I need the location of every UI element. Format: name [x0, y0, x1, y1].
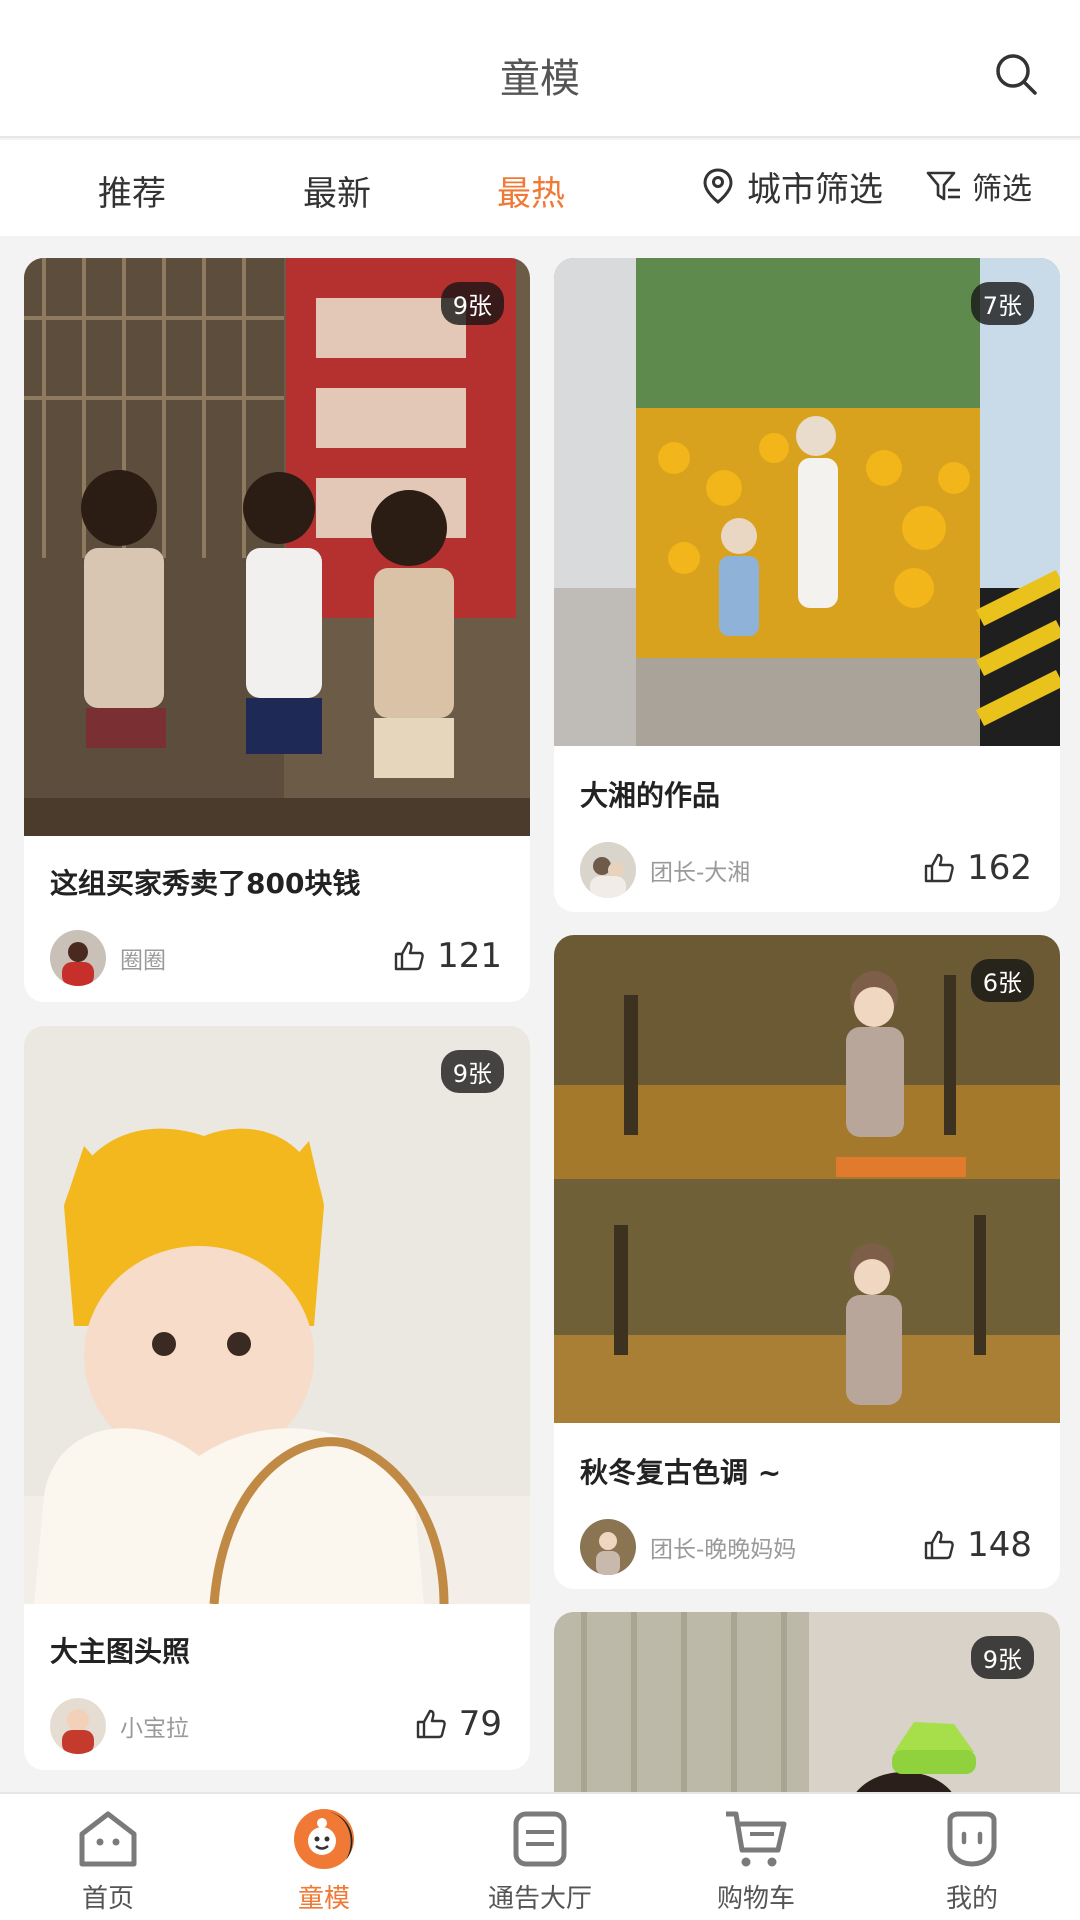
post-cover-image: [24, 258, 530, 836]
post-card[interactable]: 7张 大湘的作品 团长-大湘 162: [554, 258, 1060, 912]
post-author[interactable]: 圈圈: [50, 930, 166, 986]
nav-label: 通告大厅: [487, 1884, 592, 1914]
author-name: 团长-大湘: [650, 860, 751, 886]
home-icon: [72, 1806, 144, 1872]
filter-funnel-icon: [926, 171, 960, 201]
like-count: 121: [437, 936, 502, 976]
kid-model-icon: [288, 1806, 360, 1872]
post-title: 秋冬复古色调 ~: [580, 1456, 782, 1489]
filter-bar: 推荐 最新 最热 城市筛选 筛选: [0, 140, 1080, 236]
like-button[interactable]: 148: [923, 1525, 1032, 1565]
filter-button[interactable]: 筛选: [926, 166, 1032, 207]
post-cover-image: [554, 935, 1060, 1423]
avatar: [50, 930, 106, 986]
nav-profile[interactable]: 我的: [892, 1806, 1052, 1915]
post-card[interactable]: 6张 秋冬复古色调 ~ 团长-晚晚妈妈 148: [554, 935, 1060, 1589]
thumbs-up-icon: [924, 1530, 954, 1560]
app-header: 童模: [0, 0, 1080, 138]
post-author[interactable]: 小宝拉: [50, 1698, 189, 1754]
like-count: 148: [967, 1525, 1032, 1565]
cart-icon: [720, 1806, 792, 1872]
thumbs-up-icon: [394, 941, 424, 971]
post-card[interactable]: 9张 这组买家秀卖了800块钱 圈圈 121: [24, 258, 530, 1002]
nav-label: 购物车: [716, 1884, 795, 1914]
location-pin-icon: [703, 168, 733, 204]
filter-label: 筛选: [972, 172, 1032, 207]
nav-cart[interactable]: 购物车: [676, 1806, 836, 1915]
tab-newest[interactable]: 最新: [303, 166, 371, 215]
page-title: 童模: [500, 56, 580, 102]
notice-board-icon: [504, 1806, 576, 1872]
nav-kid-model[interactable]: 童模: [244, 1806, 404, 1915]
avatar: [580, 842, 636, 898]
like-button[interactable]: 121: [393, 936, 502, 976]
nav-label: 我的: [945, 1884, 998, 1914]
profile-icon: [936, 1806, 1008, 1872]
post-author[interactable]: 团长-大湘: [580, 842, 750, 898]
search-icon[interactable]: [992, 50, 1040, 98]
nav-label: 首页: [81, 1884, 134, 1914]
tab-hottest[interactable]: 最热: [497, 166, 565, 215]
nav-home[interactable]: 首页: [28, 1806, 188, 1915]
like-button[interactable]: 162: [923, 848, 1032, 888]
avatar: [50, 1698, 106, 1754]
nav-notice-hall[interactable]: 通告大厅: [460, 1806, 620, 1915]
photo-count-badge: 9张: [970, 1636, 1034, 1679]
like-button[interactable]: 79: [415, 1704, 502, 1744]
like-count: 162: [967, 848, 1032, 888]
city-filter-label: 城市筛选: [747, 169, 883, 210]
photo-count-badge: 6张: [970, 959, 1034, 1002]
photo-count-badge: 9张: [440, 282, 504, 325]
post-author[interactable]: 团长-晚晚妈妈: [580, 1519, 796, 1575]
photo-count-badge: 9张: [440, 1050, 504, 1093]
post-title: 这组买家秀卖了800块钱: [50, 867, 361, 900]
nav-label: 童模: [297, 1884, 350, 1914]
post-cover-image: [554, 258, 1060, 746]
thumbs-up-icon: [924, 853, 954, 883]
thumbs-up-icon: [416, 1709, 446, 1739]
post-title: 大湘的作品: [580, 779, 721, 812]
photo-count-badge: 7张: [970, 282, 1034, 325]
author-name: 圈圈: [120, 948, 166, 974]
post-card[interactable]: 9张 大主图头照 小宝拉 79: [24, 1026, 530, 1770]
author-name: 小宝拉: [120, 1716, 189, 1742]
tab-recommended[interactable]: 推荐: [98, 166, 166, 215]
bottom-navigation: 首页 童模 通告大厅 购物车 我的: [0, 1792, 1080, 1920]
city-filter-button[interactable]: 城市筛选: [703, 164, 883, 210]
avatar: [580, 1519, 636, 1575]
author-name: 团长-晚晚妈妈: [650, 1537, 797, 1563]
post-cover-image: [24, 1026, 530, 1604]
post-title: 大主图头照: [50, 1635, 191, 1668]
like-count: 79: [458, 1704, 502, 1744]
post-card[interactable]: 9张: [554, 1612, 1060, 1812]
